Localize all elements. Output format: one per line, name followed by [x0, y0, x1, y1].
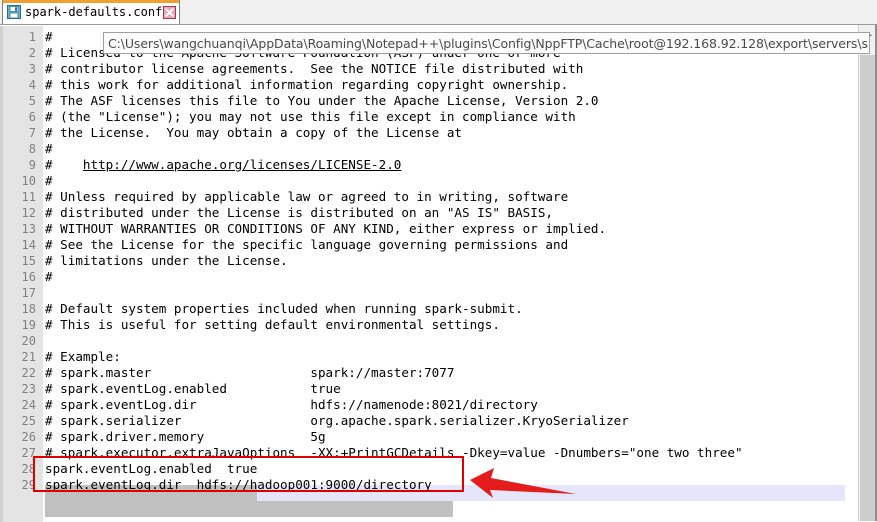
- code-line[interactable]: # spark.eventLog.enabled true: [45, 381, 341, 397]
- file-path-tooltip-text: C:\Users\wangchuanqi\AppData\Roaming\Not…: [108, 35, 870, 51]
- code-line[interactable]: # WITHOUT WARRANTIES OR CONDITIONS OF AN…: [45, 221, 606, 237]
- line-number: 24: [21, 398, 36, 412]
- code-line[interactable]: # Default system properties included whe…: [45, 301, 523, 317]
- line-number: 25: [21, 414, 36, 428]
- line-number-gutter: 1 2 3 4 5 6 7 8 9 10 11 12 13 14 15 16 17 18 19 20 21 22 23 24 2…: [0, 26, 44, 522]
- code-line[interactable]: # the License. You may obtain a copy of …: [45, 125, 462, 141]
- code-line[interactable]: #: [45, 29, 53, 45]
- line-number: 8: [28, 142, 36, 156]
- line-number: 1: [28, 30, 36, 44]
- code-line[interactable]: #: [45, 173, 53, 189]
- line-number: 9: [28, 158, 36, 172]
- line-number: 20: [21, 334, 36, 348]
- code-line[interactable]: # spark.serializer org.apache.spark.seri…: [45, 413, 629, 429]
- code-line[interactable]: # (the "License"); you may not use this …: [45, 109, 576, 125]
- line-number: 27: [21, 446, 36, 460]
- code-line[interactable]: # spark.executor.extraJavaOptions -XX:+P…: [45, 445, 743, 461]
- line-number: 18: [21, 302, 36, 316]
- tab-label: spark-defaults.conf: [25, 5, 163, 19]
- code-line[interactable]: # Example:: [45, 349, 121, 365]
- code-line[interactable]: # this work for additional information r…: [45, 77, 568, 93]
- floppy-disk-icon: [7, 5, 21, 19]
- code-line[interactable]: # See the License for the specific langu…: [45, 237, 568, 253]
- line-number: 21: [21, 350, 36, 364]
- file-path-tooltip: C:\Users\wangchuanqi\AppData\Roaming\Not…: [103, 32, 870, 54]
- code-line[interactable]: # spark.master spark://master:7077: [45, 365, 454, 381]
- editor-pane[interactable]: 1 2 3 4 5 6 7 8 9 10 11 12 13 14 15 16 17 18 19 20 21 22 23 24 2…: [0, 25, 877, 522]
- code-line[interactable]: # The ASF licenses this file to You unde…: [45, 93, 599, 109]
- vertical-scrollbar[interactable]: [858, 25, 877, 521]
- close-icon[interactable]: [163, 5, 177, 19]
- code-line[interactable]: # contributor license agreements. See th…: [45, 61, 583, 77]
- line-number: 13: [21, 222, 36, 236]
- code-line[interactable]: #: [45, 269, 53, 285]
- code-line[interactable]: # distributed under the License is distr…: [45, 205, 553, 221]
- line-number: 28: [21, 462, 36, 476]
- code-line[interactable]: # This is useful for setting default env…: [45, 317, 500, 333]
- code-line[interactable]: # spark.driver.memory 5g: [45, 429, 326, 445]
- code-line[interactable]: # Unless required by applicable law or a…: [45, 189, 568, 205]
- line-number: 11: [21, 190, 36, 204]
- line-number: 23: [21, 382, 36, 396]
- line-number: 16: [21, 270, 36, 284]
- line-number: 2: [28, 46, 36, 60]
- tab-bar: spark-defaults.conf: [0, 0, 877, 25]
- code-line[interactable]: #: [45, 141, 53, 157]
- line-number: 22: [21, 366, 36, 380]
- line-number: 4: [28, 78, 36, 92]
- code-line[interactable]: # spark.eventLog.dir hdfs://namenode:802…: [45, 397, 538, 413]
- code-line[interactable]: spark.eventLog.dir hdfs://hadoop001:9000…: [45, 477, 432, 493]
- line-number: 14: [21, 238, 36, 252]
- code-text[interactable]: ## Licensed to the Apache Software Found…: [45, 26, 845, 522]
- line-number: 6: [28, 110, 36, 124]
- line-number: 15: [21, 254, 36, 268]
- line-number: 5: [28, 94, 36, 108]
- line-number: 26: [21, 430, 36, 444]
- code-line[interactable]: spark.eventLog.enabled true: [45, 461, 257, 477]
- line-number: 19: [21, 318, 36, 332]
- code-line[interactable]: # limitations under the License.: [45, 253, 288, 269]
- scrollbar-thumb[interactable]: [860, 55, 876, 521]
- line-number: 3: [28, 62, 36, 76]
- line-number: 12: [21, 206, 36, 220]
- line-number: 17: [21, 286, 36, 300]
- line-number: 10: [21, 174, 36, 188]
- tab-spark-defaults-conf[interactable]: spark-defaults.conf: [2, 0, 181, 24]
- line-number: 29: [21, 478, 36, 492]
- apache-license-link[interactable]: http://www.apache.org/licenses/LICENSE-2…: [83, 157, 401, 172]
- line-number: 7: [28, 126, 36, 140]
- code-line[interactable]: # http://www.apache.org/licenses/LICENSE…: [45, 157, 401, 173]
